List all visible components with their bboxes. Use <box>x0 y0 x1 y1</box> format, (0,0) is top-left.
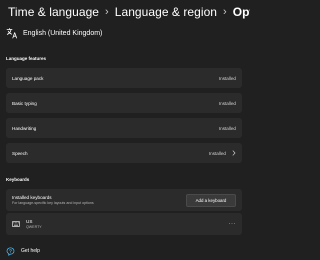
help-icon <box>6 246 15 256</box>
speech-status: Installed <box>208 150 226 156</box>
get-help-label: Get help <box>21 248 40 254</box>
speech-label: Speech <box>12 150 28 156</box>
basic-typing-label: Basic typing <box>12 100 37 106</box>
keyboards-heading: Keyboards <box>6 177 30 182</box>
language-pack-label: Language pack <box>12 75 44 81</box>
handwriting-label: Handwriting <box>12 125 37 131</box>
add-keyboard-button[interactable]: Add a keyboard <box>186 193 236 207</box>
basic-typing-row: Basic typing Installed <box>6 93 242 113</box>
speech-row[interactable]: Speech Installed <box>6 143 242 163</box>
language-pack-row: Language pack Installed <box>6 68 242 88</box>
keyboard-icon <box>12 221 20 227</box>
keyboard-us-text: US QWERTY <box>26 219 42 229</box>
more-options-icon[interactable]: ··· <box>229 221 237 227</box>
keyboard-us-row: US QWERTY ··· <box>6 213 242 235</box>
breadcrumb-separator-1: › <box>105 6 109 18</box>
options-page: Time & language › Language & region › Op… <box>0 0 250 260</box>
handwriting-row: Handwriting Installed <box>6 118 242 138</box>
language-icon <box>6 27 18 39</box>
keyboard-layout: QWERTY <box>26 225 42 229</box>
get-help-link[interactable]: Get help <box>6 246 40 256</box>
handwriting-status: Installed <box>218 125 236 131</box>
installed-keyboards-row: Installed keyboards For language-specifi… <box>6 189 242 211</box>
language-pack-status: Installed <box>218 75 236 81</box>
language-features-heading: Language features <box>6 56 47 61</box>
language-name: English (United Kingdom) <box>23 29 103 37</box>
language-header: English (United Kingdom) <box>6 26 102 40</box>
keyboard-name: US <box>26 219 33 224</box>
installed-keyboards-text: Installed keyboards For language-specifi… <box>12 195 94 205</box>
page-title: Options <box>232 5 250 19</box>
basic-typing-status: Installed <box>218 100 236 106</box>
breadcrumb-item-language-region[interactable]: Language & region <box>115 5 217 19</box>
installed-keyboards-title: Installed keyboards <box>12 195 52 200</box>
breadcrumb-separator-2: › <box>223 6 227 18</box>
installed-keyboards-subtitle: For language-specific key layouts and in… <box>12 201 94 205</box>
chevron-right-icon <box>232 150 236 156</box>
breadcrumb: Time & language › Language & region › Op… <box>8 4 250 20</box>
breadcrumb-item-time-language[interactable]: Time & language <box>8 5 99 19</box>
